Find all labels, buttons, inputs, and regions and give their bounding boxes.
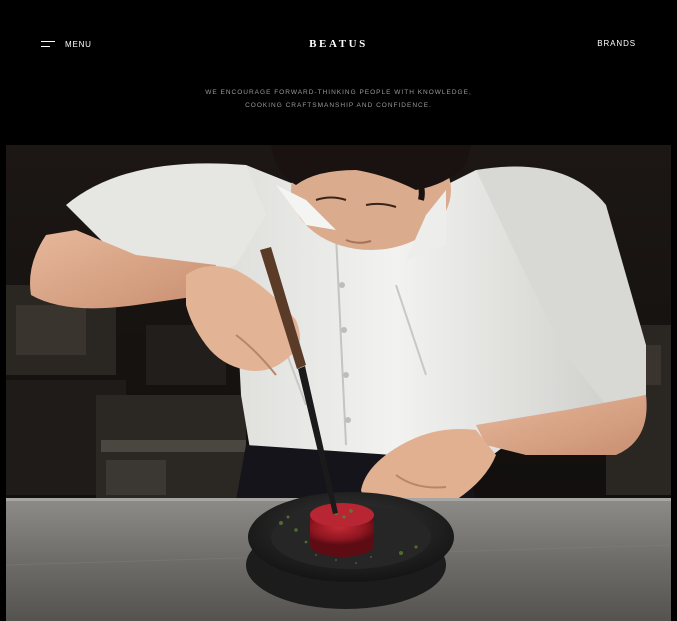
page: MENU BEATUS BRANDS WE ENCOURAGE FORWARD-… xyxy=(0,0,677,621)
hero-image xyxy=(6,145,671,621)
tagline: WE ENCOURAGE FORWARD-THINKING PEOPLE WIT… xyxy=(0,86,677,112)
tagline-line-2: COOKING CRAFTSMANSHIP AND CONFIDENCE. xyxy=(245,102,432,109)
tagline-line-1: WE ENCOURAGE FORWARD-THINKING PEOPLE WIT… xyxy=(205,89,472,96)
brands-link[interactable]: BRANDS xyxy=(597,39,636,48)
brand-logo[interactable]: BEATUS xyxy=(0,38,677,50)
